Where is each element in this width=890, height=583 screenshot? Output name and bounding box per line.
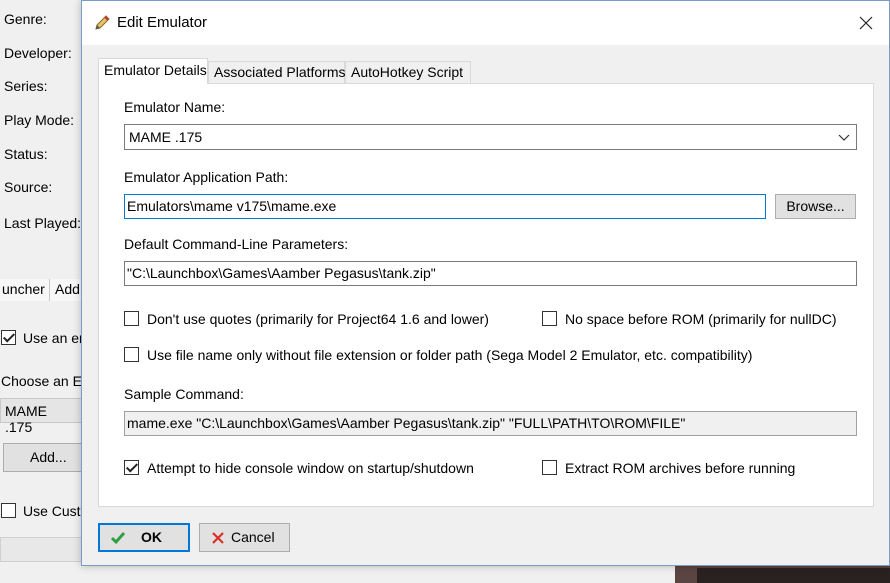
background-image-inner (697, 568, 890, 583)
cmd-params-input[interactable]: "C:\Launchbox\Games\Aamber Pegasus\tank.… (124, 261, 857, 286)
developer-label: Developer: (4, 45, 72, 61)
file-name-only-checkbox[interactable] (124, 347, 139, 362)
file-name-only-label: Use file name only without file extensio… (147, 347, 753, 363)
no-quotes-checkbox[interactable] (124, 311, 139, 326)
sample-command-label: Sample Command: (124, 386, 244, 402)
extract-rom-label: Extract ROM archives before running (565, 460, 796, 476)
no-space-label: No space before ROM (primarily for nullD… (565, 311, 837, 327)
extract-rom-checkbox[interactable] (542, 460, 557, 475)
emulator-name-label: Emulator Name: (124, 99, 226, 115)
chevron-down-icon (838, 134, 850, 141)
no-quotes-label: Don't use quotes (primarily for Project6… (147, 311, 489, 327)
pencil-icon (95, 15, 110, 30)
sample-command-output: mame.exe "C:\Launchbox\Games\Aamber Pega… (124, 411, 857, 436)
hide-console-label: Attempt to hide console window on startu… (147, 460, 474, 476)
last-played-label: Last Played: (4, 215, 82, 231)
app-path-label: Emulator Application Path: (124, 169, 289, 185)
title-bar[interactable]: Edit Emulator (82, 1, 889, 45)
cmd-params-label: Default Command-Line Parameters: (124, 236, 349, 252)
close-icon (859, 16, 873, 30)
close-button[interactable] (843, 1, 889, 45)
series-label: Series: (4, 78, 48, 94)
tab-autohotkey-script[interactable]: AutoHotkey Script (345, 61, 471, 83)
background-bar (0, 537, 82, 562)
tab-add[interactable]: Add (50, 279, 82, 301)
hide-console-checkbox[interactable] (124, 460, 139, 475)
ok-label: OK (141, 529, 162, 545)
use-custom-checkbox[interactable] (1, 503, 16, 518)
emulator-details-panel: Emulator Name: MAME .175 Emulator Applic… (98, 83, 874, 507)
browse-button[interactable]: Browse... (775, 194, 856, 219)
add-button[interactable]: Add... (3, 443, 82, 472)
source-label: Source: (4, 179, 53, 195)
edit-emulator-dialog: Edit Emulator Emulator Details Associate… (81, 0, 890, 566)
checkmark-icon (110, 532, 126, 545)
genre-label: Genre: (4, 11, 47, 27)
use-emulator-checkbox[interactable] (1, 330, 16, 345)
cancel-button[interactable]: Cancel (199, 523, 290, 552)
tab-associated-platforms[interactable]: Associated Platforms (208, 61, 346, 83)
cancel-label: Cancel (231, 529, 275, 545)
background-tabs: uncher Add (0, 279, 82, 301)
choose-emulator-label: Choose an Em (1, 373, 94, 389)
emulator-select[interactable]: MAME .175 (0, 398, 82, 435)
tab-launcher[interactable]: uncher (0, 279, 50, 301)
app-path-input[interactable]: Emulators\mame v175\mame.exe (124, 194, 766, 219)
play-mode-label: Play Mode: (4, 112, 75, 128)
ok-button[interactable]: OK (98, 523, 190, 552)
emulator-name-combobox[interactable]: MAME .175 (124, 124, 857, 150)
no-space-checkbox[interactable] (542, 311, 557, 326)
x-icon (212, 532, 224, 544)
use-custom-label: Use Custo (23, 503, 89, 519)
emulator-name-value: MAME .175 (129, 129, 203, 145)
status-label: Status: (4, 146, 48, 162)
dialog-title: Edit Emulator (117, 14, 208, 31)
tab-emulator-details[interactable]: Emulator Details (98, 58, 208, 84)
